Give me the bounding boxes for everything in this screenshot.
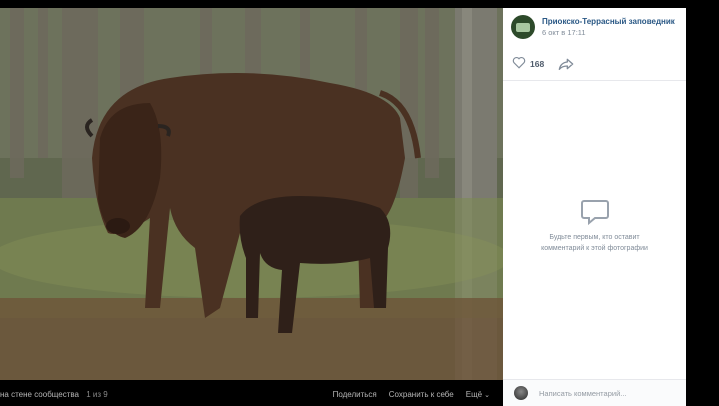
viewer-top-margin xyxy=(0,0,686,8)
comment-input[interactable] xyxy=(539,389,679,398)
speech-bubble-icon xyxy=(580,200,609,226)
post-date[interactable]: 6 окт в 17:11 xyxy=(542,28,586,37)
share-link[interactable]: Поделиться xyxy=(333,390,377,399)
chevron-down-icon: ⌄ xyxy=(484,392,490,399)
empty-comments-state: Будьте первым, кто оставит комментарий к… xyxy=(503,198,686,254)
heart-icon[interactable] xyxy=(512,56,526,69)
user-avatar xyxy=(514,386,528,400)
community-avatar[interactable] xyxy=(511,15,535,39)
reactions-row: 168 xyxy=(503,52,686,81)
photo[interactable] xyxy=(0,8,503,380)
comment-composer xyxy=(503,379,686,406)
viewer-actions: Поделиться Сохранить к себе Ещё ⌄ xyxy=(333,390,490,399)
community-name[interactable]: Приокско-Террасный заповедник xyxy=(542,17,675,26)
more-label: Ещё xyxy=(465,390,483,399)
bison-photo-illustration xyxy=(0,8,503,380)
photo-sidebar: Приокско-Террасный заповедник 6 окт в 17… xyxy=(503,8,686,406)
like-count[interactable]: 168 xyxy=(530,59,544,69)
album-label[interactable]: на стене сообщества xyxy=(0,390,79,399)
album-info: на стене сообщества 1 из 9 xyxy=(0,390,108,399)
photo-counter: 1 из 9 xyxy=(86,390,108,399)
empty-comments-line1: Будьте первым, кто оставит xyxy=(549,234,640,241)
more-menu[interactable]: Ещё ⌄ xyxy=(466,390,490,399)
save-link[interactable]: Сохранить к себе xyxy=(389,390,454,399)
community-logo xyxy=(516,22,530,32)
share-arrow-icon[interactable] xyxy=(558,57,574,71)
viewer-right-margin[interactable] xyxy=(686,0,719,405)
empty-comments-line2: комментарий к этой фотографии xyxy=(541,245,648,252)
viewer-bottom-bar: на стене сообщества 1 из 9 Поделиться Со… xyxy=(0,383,503,405)
post-header: Приокско-Террасный заповедник 6 окт в 17… xyxy=(503,8,686,46)
